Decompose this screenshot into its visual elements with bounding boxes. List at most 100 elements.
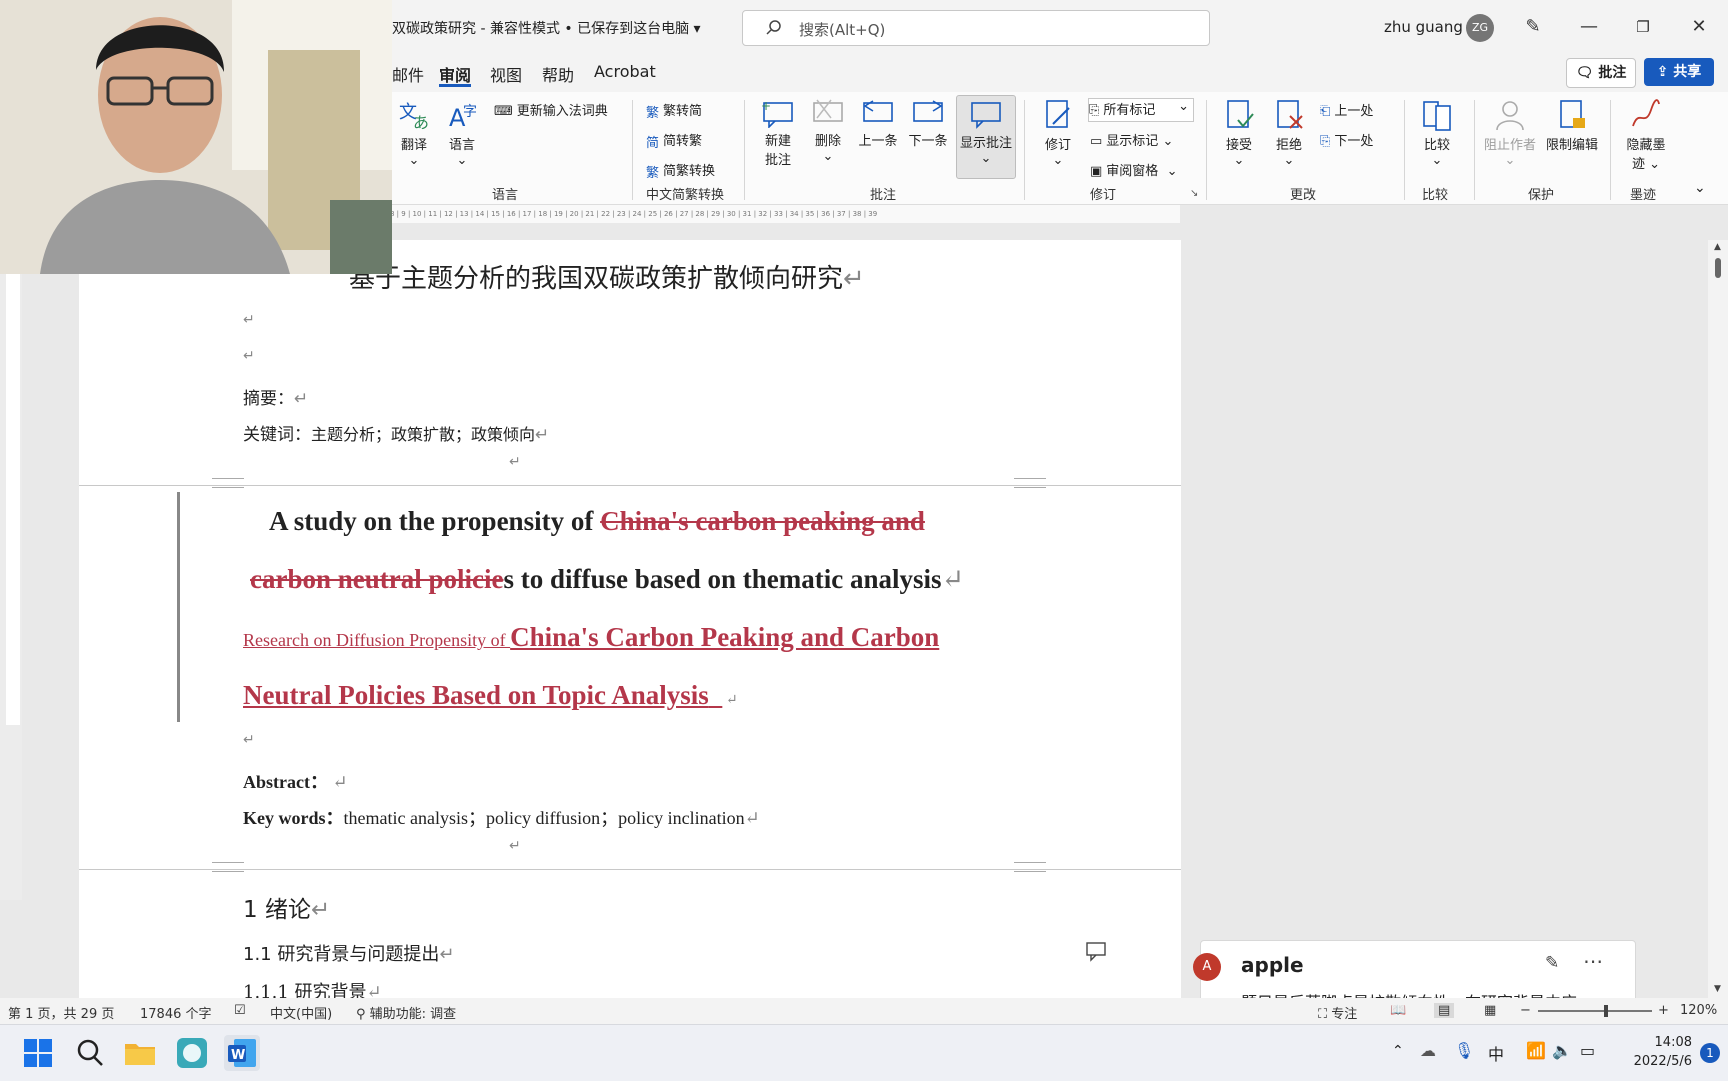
track-changes-button[interactable]: 修订 ⌄ bbox=[1040, 98, 1076, 168]
print-layout-icon[interactable]: ▤ bbox=[1434, 1003, 1455, 1018]
markup-view-select[interactable]: ⎘ 所有标记 ⌄ bbox=[1088, 98, 1194, 122]
inserted-title-line-1[interactable]: Research on Diffusion Propensity of Chin… bbox=[243, 622, 939, 653]
user-name[interactable]: zhu guang bbox=[1384, 18, 1463, 36]
tab-review[interactable]: 审阅 bbox=[439, 62, 471, 86]
volume-icon[interactable]: 🔈 bbox=[1552, 1041, 1572, 1060]
accept-icon bbox=[1227, 100, 1254, 128]
accept-button[interactable]: 接受 ⌄ bbox=[1220, 98, 1258, 168]
app-button[interactable] bbox=[174, 1035, 210, 1071]
ime-indicator[interactable]: 中 bbox=[1488, 1041, 1504, 1065]
notification-badge[interactable]: 1 bbox=[1700, 1043, 1720, 1063]
reviewing-pane-button[interactable]: ▣ 审阅窗格 ⌄ bbox=[1090, 160, 1177, 179]
document-title[interactable]: 双碳政策研究 - 兼容性模式 • 已保存到这台电脑 ▾ bbox=[392, 18, 701, 38]
english-title-line-2[interactable]: carbon neutral policies to diffuse based… bbox=[250, 564, 964, 595]
update-ime-dictionary-button[interactable]: ⌨ 更新输入法词典 bbox=[494, 100, 608, 119]
edit-comment-icon[interactable]: ✎ bbox=[1545, 953, 1559, 973]
show-hidden-icons[interactable]: ⌃ bbox=[1392, 1043, 1404, 1059]
search-icon bbox=[766, 20, 781, 35]
tab-help[interactable]: 帮助 bbox=[542, 62, 574, 86]
close-button[interactable]: ✕ bbox=[1684, 12, 1714, 42]
start-button[interactable] bbox=[20, 1035, 56, 1071]
cloud-icon[interactable]: ☁ bbox=[1420, 1041, 1436, 1060]
vertical-scrollbar[interactable]: ▲ ▼ bbox=[1708, 240, 1728, 1000]
english-title-line-1[interactable]: A study on the propensity of China's car… bbox=[269, 506, 925, 537]
chinese-conversion-button[interactable]: 繁简繁转换 bbox=[646, 160, 715, 181]
more-options-icon[interactable]: ⋯ bbox=[1583, 949, 1603, 973]
previous-change-button[interactable]: ⎗ 上一处 bbox=[1320, 100, 1373, 119]
scroll-down-icon[interactable]: ▼ bbox=[1714, 984, 1721, 994]
inserted-title-line-2[interactable]: Neutral Policies Based on Topic Analysis… bbox=[243, 680, 738, 711]
minimize-button[interactable]: — bbox=[1574, 12, 1604, 42]
scroll-up-icon[interactable]: ▲ bbox=[1714, 242, 1721, 252]
clock[interactable]: 14:08 2022/5/6 bbox=[1620, 1033, 1692, 1071]
svg-text:+: + bbox=[761, 99, 771, 113]
share-button[interactable]: ⇪ 共享 bbox=[1644, 58, 1714, 86]
block-authors-button[interactable]: 阻止作者 ⌄ bbox=[1482, 98, 1538, 168]
abstract-cn-label[interactable]: 摘要：↵ bbox=[243, 384, 308, 409]
tab-mailings[interactable]: 邮件 bbox=[392, 62, 424, 86]
proofing-icon[interactable]: ☑ bbox=[234, 1003, 246, 1018]
tab-view[interactable]: 视图 bbox=[490, 62, 522, 86]
battery-icon[interactable]: ▭ bbox=[1580, 1041, 1595, 1060]
comment-marker-icon[interactable] bbox=[1085, 940, 1107, 962]
block-authors-icon bbox=[1496, 101, 1524, 131]
focus-mode-button[interactable]: ⛶ 专注 bbox=[1318, 1003, 1357, 1022]
reject-button[interactable]: 拒绝 ⌄ bbox=[1270, 98, 1308, 168]
keywords-cn[interactable]: 关键词：主题分析；政策扩散；政策倾向↵ bbox=[243, 420, 549, 445]
abstract-en-label[interactable]: Abstract： ↵ bbox=[243, 768, 348, 794]
pen-icon[interactable]: ✎ bbox=[1518, 12, 1548, 42]
read-mode-icon[interactable]: 📖 bbox=[1390, 1003, 1406, 1018]
page-count[interactable]: 第 1 页，共 29 页 bbox=[8, 1003, 114, 1022]
search-input[interactable]: 搜索(Alt+Q) bbox=[742, 10, 1210, 46]
heading-1[interactable]: 1 绪论↵ bbox=[243, 890, 330, 924]
trad-to-simp-button[interactable]: 繁繁转简 bbox=[646, 100, 702, 121]
comments-button[interactable]: 🗨 批注 bbox=[1566, 58, 1636, 88]
zoom-in-button[interactable]: + bbox=[1658, 1003, 1669, 1018]
horizontal-ruler[interactable]: 8 | 9 | 10 | 11 | 12 | 13 | 14 | 15 | 16… bbox=[390, 205, 1180, 223]
heading-3[interactable]: 1.1.1 研究背景↵ bbox=[243, 978, 382, 1000]
language-status[interactable]: 中文(中国) bbox=[270, 1003, 332, 1022]
wifi-icon[interactable]: 📶 bbox=[1526, 1041, 1546, 1060]
next-change-button[interactable]: ⎘ 下一处 bbox=[1320, 130, 1373, 149]
zoom-out-button[interactable]: − bbox=[1520, 1003, 1531, 1018]
keyboard-icon: ⌨ bbox=[494, 104, 513, 119]
file-explorer-button[interactable] bbox=[122, 1035, 158, 1071]
web-layout-icon[interactable]: ▦ bbox=[1484, 1003, 1496, 1018]
word-taskbar-button[interactable]: W bbox=[224, 1035, 260, 1071]
next-comment-button[interactable]: 下一条 bbox=[906, 98, 950, 149]
new-comment-button[interactable]: + 新建 批注 bbox=[758, 98, 798, 168]
zoom-slider[interactable] bbox=[1538, 1005, 1652, 1017]
avatar[interactable]: ZG bbox=[1466, 14, 1494, 42]
dialog-launcher-icon[interactable]: ↘ bbox=[1190, 188, 1198, 199]
keywords-en[interactable]: Key words：thematic analysis；policy diffu… bbox=[243, 804, 760, 830]
comment-card[interactable]: A apple ✎ ⋯ 题目是后落脚点是扩散倾向性，在研究背景中应 bbox=[1193, 940, 1636, 1012]
collapse-ribbon-icon[interactable]: ⌄ bbox=[1694, 180, 1706, 196]
microphone-icon[interactable]: 🎙 bbox=[1454, 1041, 1474, 1060]
heading-2[interactable]: 1.1 研究背景与问题提出↵ bbox=[243, 940, 454, 966]
translate-button[interactable]: 文あ 翻译 ⌄ bbox=[396, 98, 432, 168]
compare-icon bbox=[1423, 101, 1451, 131]
tab-acrobat[interactable]: Acrobat bbox=[594, 62, 656, 81]
deleted-text: China's carbon peaking and bbox=[600, 506, 925, 536]
simp-to-trad-button[interactable]: 简简转繁 bbox=[646, 130, 702, 151]
word-count[interactable]: 17846 个字 bbox=[140, 1003, 212, 1022]
search-taskbar-button[interactable] bbox=[72, 1035, 108, 1071]
show-comments-button[interactable]: 显示批注 ⌄ bbox=[956, 95, 1016, 179]
chinese-title[interactable]: 基于主题分析的我国双碳政策扩散倾向研究↵ bbox=[349, 258, 865, 295]
zoom-level[interactable]: 120% bbox=[1680, 1003, 1717, 1018]
language-button[interactable]: A字 语言 ⌄ bbox=[444, 98, 480, 168]
vertical-ruler[interactable] bbox=[0, 240, 22, 900]
restrict-editing-button[interactable]: 限制编辑 bbox=[1542, 98, 1602, 153]
show-markup-button[interactable]: ▭ 显示标记 ⌄ bbox=[1090, 130, 1173, 149]
accessibility-status[interactable]: ⚲ 辅助功能: 调查 bbox=[356, 1003, 456, 1022]
hide-ink-button[interactable]: 隐藏墨 迹 ⌄ bbox=[1620, 98, 1672, 172]
scrollbar-thumb[interactable] bbox=[1715, 258, 1721, 278]
restore-button[interactable]: ❐ bbox=[1628, 12, 1658, 42]
reviewing-pane-icon: ▣ bbox=[1090, 164, 1103, 179]
previous-comment-button[interactable]: 上一条 bbox=[856, 98, 900, 149]
delete-comment-button[interactable]: 删除 ⌄ bbox=[810, 98, 846, 164]
document-page[interactable]: 基于主题分析的我国双碳政策扩散倾向研究↵ ↵ ↵ 摘要：↵ 关键词：主题分析；政… bbox=[79, 240, 1181, 1000]
compare-button[interactable]: 比较 ⌄ bbox=[1418, 98, 1456, 168]
revision-bar bbox=[177, 492, 180, 722]
zoom-slider-thumb[interactable] bbox=[1604, 1005, 1608, 1017]
